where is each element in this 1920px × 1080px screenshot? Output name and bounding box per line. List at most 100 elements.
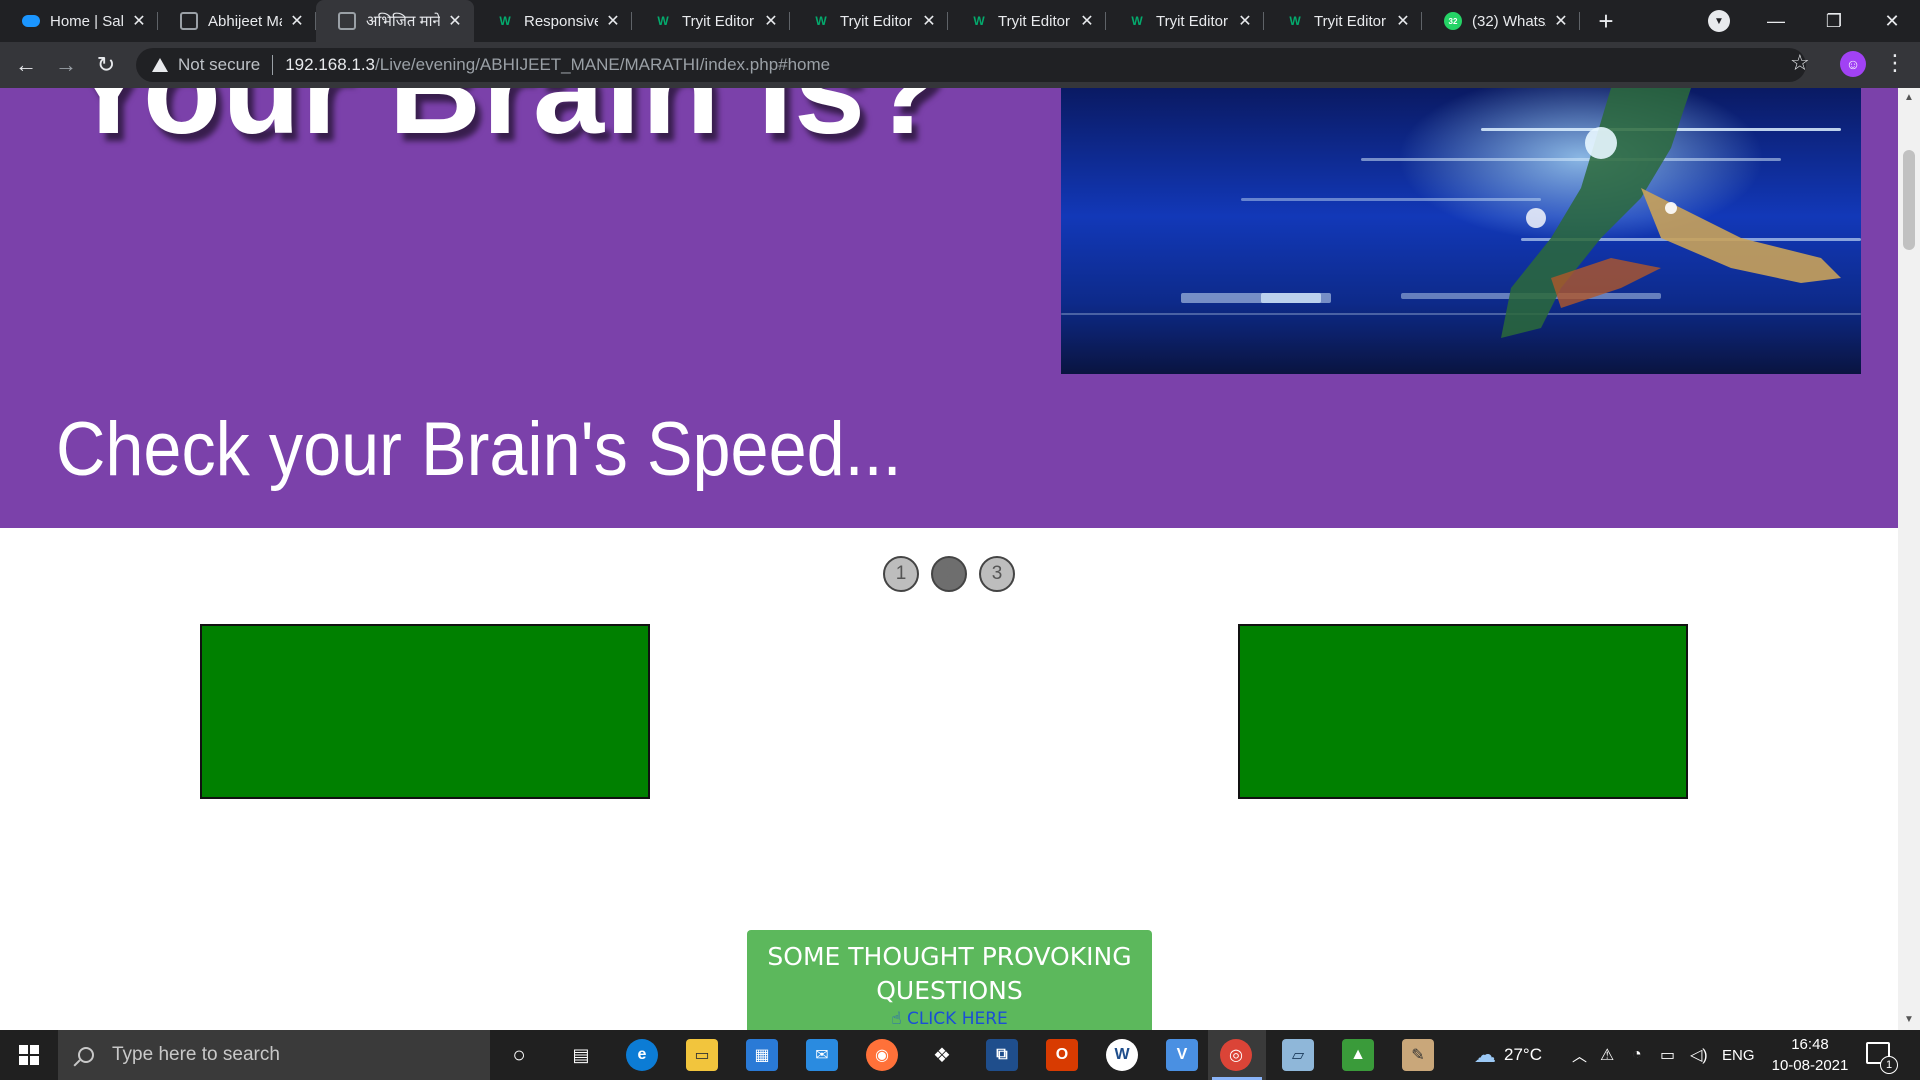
taskbar-clock[interactable]: 16:48 10-08-2021 xyxy=(1770,1034,1850,1076)
tab-title: Tryit Editor xyxy=(682,12,754,30)
browser-tab-strip: Home | Sale ✕ Abhijeet Ma ✕ अभिजित माने … xyxy=(0,0,1920,42)
windows-taskbar: Type here to search ○ ▤ e ▭ ▦ ✉ ◉ ❖ ⧉ O … xyxy=(0,1030,1920,1080)
task-view-icon[interactable]: ▤ xyxy=(565,1039,597,1071)
office-icon[interactable]: O xyxy=(1046,1039,1078,1071)
app-icon[interactable]: ⧉ xyxy=(986,1039,1018,1071)
edge-icon[interactable]: e xyxy=(626,1039,658,1071)
whatsapp-icon: 32 xyxy=(1444,12,1462,30)
hero-subheading: Check your Brain's Speed... xyxy=(56,407,902,492)
browser-tab[interactable]: W Tryit Editor ✕ xyxy=(1106,0,1264,42)
carousel-dot[interactable]: 1 xyxy=(883,556,919,592)
notification-badge: 1 xyxy=(1880,1056,1898,1074)
browser-tab[interactable]: 32 (32) WhatsA ✕ xyxy=(1422,0,1580,42)
file-explorer-icon[interactable]: ▭ xyxy=(686,1039,718,1071)
scroll-down-icon[interactable]: ▼ xyxy=(1904,1014,1914,1025)
browser-tab[interactable]: Abhijeet Ma ✕ xyxy=(158,0,316,42)
cta-clip: SOME THOUGHT PROVOKING QUESTIONS ☝ CLICK… xyxy=(747,930,1152,1030)
close-icon[interactable]: ✕ xyxy=(130,11,148,31)
carousel-dot-active[interactable]: 2 xyxy=(931,556,967,592)
w3schools-icon: W xyxy=(815,14,827,28)
browser-tab[interactable]: W Tryit Editor ✕ xyxy=(790,0,948,42)
tab-title: Responsive xyxy=(524,12,598,30)
tab-title: (32) WhatsA xyxy=(1472,12,1546,30)
tab-title: Tryit Editor xyxy=(998,12,1070,30)
reload-icon[interactable]: ↻ xyxy=(92,51,120,79)
notepad-icon[interactable]: ▱ xyxy=(1282,1039,1314,1071)
network-icon[interactable]: ⚠ xyxy=(1600,1030,1614,1080)
security-label[interactable]: Not secure xyxy=(178,55,260,75)
cloud-icon: ☁ xyxy=(1474,1042,1496,1067)
cta-label: SOME THOUGHT PROVOKING QUESTIONS xyxy=(767,942,1132,1005)
battery-icon[interactable]: ▭ xyxy=(1660,1030,1675,1080)
minimize-icon[interactable]: — xyxy=(1748,0,1804,42)
tab-title: Tryit Editor xyxy=(1156,12,1228,30)
hero-image xyxy=(1061,88,1861,374)
close-icon[interactable]: ✕ xyxy=(1236,11,1254,31)
close-icon[interactable]: ✕ xyxy=(1394,11,1412,31)
carousel-dot[interactable]: 3 xyxy=(979,556,1015,592)
close-icon[interactable]: ✕ xyxy=(920,11,938,31)
browser-tab[interactable]: W Tryit Editor ✕ xyxy=(948,0,1106,42)
app-w-icon[interactable]: W xyxy=(1106,1039,1138,1071)
hero-heading: Your Brain Is? xyxy=(66,88,946,161)
volume-icon[interactable]: ◁) xyxy=(1690,1030,1708,1080)
forward-icon[interactable]: → xyxy=(52,51,80,79)
browser-tab[interactable]: W Tryit Editor ✕ xyxy=(632,0,790,42)
dropbox-icon[interactable]: ❖ xyxy=(926,1039,958,1071)
bookmark-star-icon[interactable]: ☆ xyxy=(1790,50,1810,76)
restore-icon[interactable]: ❐ xyxy=(1806,0,1862,42)
new-tab-button[interactable]: + xyxy=(1584,6,1628,37)
w3schools-icon: W xyxy=(973,14,985,28)
tray-overflow-icon[interactable]: ︿ xyxy=(1572,1030,1587,1080)
windows-logo-icon xyxy=(19,1045,39,1065)
close-window-icon[interactable]: ✕ xyxy=(1864,0,1920,42)
browser-tab-active[interactable]: अभिजित माने ✕ xyxy=(316,0,474,42)
back-icon[interactable]: ← xyxy=(12,51,40,79)
app-v-icon[interactable]: V xyxy=(1166,1039,1198,1071)
firefox-icon[interactable]: ◉ xyxy=(866,1039,898,1071)
browser-tab[interactable]: W Tryit Editor ✕ xyxy=(1264,0,1422,42)
browser-toolbar: ← → ↻ Not secure 192.168.1.3/Live/evenin… xyxy=(0,42,1920,88)
close-icon[interactable]: ✕ xyxy=(446,11,464,31)
thought-provoking-questions-button[interactable]: SOME THOUGHT PROVOKING QUESTIONS ☝ CLICK… xyxy=(747,930,1152,1030)
tab-title: अभिजित माने xyxy=(366,13,440,30)
w3schools-icon: W xyxy=(1131,14,1143,28)
url-path: /Live/evening/ABHIJEET_MANE/MARATHI/inde… xyxy=(375,55,831,74)
close-icon[interactable]: ✕ xyxy=(1078,11,1096,31)
tab-title: Abhijeet Ma xyxy=(208,12,282,30)
browser-tab[interactable]: W Responsive ✕ xyxy=(474,0,632,42)
store-icon[interactable]: ▦ xyxy=(746,1039,778,1071)
clock-date: 10-08-2021 xyxy=(1771,1057,1849,1074)
close-icon[interactable]: ✕ xyxy=(1552,11,1570,31)
tab-title: Tryit Editor xyxy=(840,12,912,30)
address-bar[interactable]: Not secure 192.168.1.3/Live/evening/ABHI… xyxy=(136,48,1806,82)
w3schools-icon: W xyxy=(499,14,511,28)
green-box-left xyxy=(200,624,650,799)
scrollbar-thumb[interactable] xyxy=(1903,150,1915,250)
profile-avatar[interactable]: ☺ xyxy=(1840,51,1866,77)
w3schools-icon: W xyxy=(657,14,669,28)
clock-time: 16:48 xyxy=(1791,1036,1829,1053)
image-app-icon[interactable]: ▲ xyxy=(1342,1039,1374,1071)
close-icon[interactable]: ✕ xyxy=(604,11,622,31)
start-button[interactable] xyxy=(0,1030,58,1080)
close-icon[interactable]: ✕ xyxy=(762,11,780,31)
tab-search-icon[interactable]: ▼ xyxy=(1708,10,1730,32)
close-icon[interactable]: ✕ xyxy=(288,11,306,31)
wifi-icon[interactable]: ◔ xyxy=(1632,1030,1642,1080)
language-indicator[interactable]: ENG xyxy=(1722,1030,1755,1080)
green-box-right xyxy=(1238,624,1688,799)
chrome-icon[interactable]: ◎ xyxy=(1220,1039,1252,1071)
taskbar-search[interactable]: Type here to search xyxy=(58,1030,490,1080)
cortana-icon[interactable]: ○ xyxy=(503,1039,535,1071)
paint-icon[interactable]: ✎ xyxy=(1402,1039,1434,1071)
divider xyxy=(272,55,274,75)
browser-tab[interactable]: Home | Sale ✕ xyxy=(0,0,158,42)
weather-widget[interactable]: ☁ 27°C xyxy=(1474,1030,1542,1080)
menu-kebab-icon[interactable]: ⋮ xyxy=(1884,50,1906,76)
book-icon xyxy=(180,12,198,30)
scroll-up-icon[interactable]: ▲ xyxy=(1904,92,1914,103)
search-placeholder: Type here to search xyxy=(112,1044,280,1065)
click-here-link[interactable]: ☝ CLICK HERE xyxy=(747,1008,1152,1030)
mail-icon[interactable]: ✉ xyxy=(806,1039,838,1071)
